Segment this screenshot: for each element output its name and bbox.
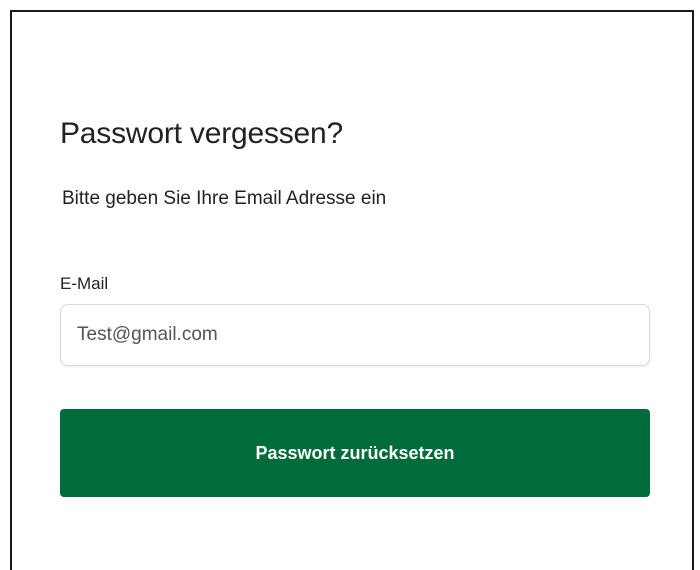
email-label: E-Mail (60, 274, 109, 293)
instruction-text: Bitte geben Sie Ihre Email Adresse ein (62, 188, 387, 209)
reset-password-button[interactable]: Passwort zurücksetzen (60, 409, 650, 497)
page-title: Passwort vergessen? (60, 117, 344, 150)
forgot-password-panel: Passwort vergessen? Bitte geben Sie Ihre… (10, 10, 694, 570)
email-field[interactable] (60, 304, 650, 366)
